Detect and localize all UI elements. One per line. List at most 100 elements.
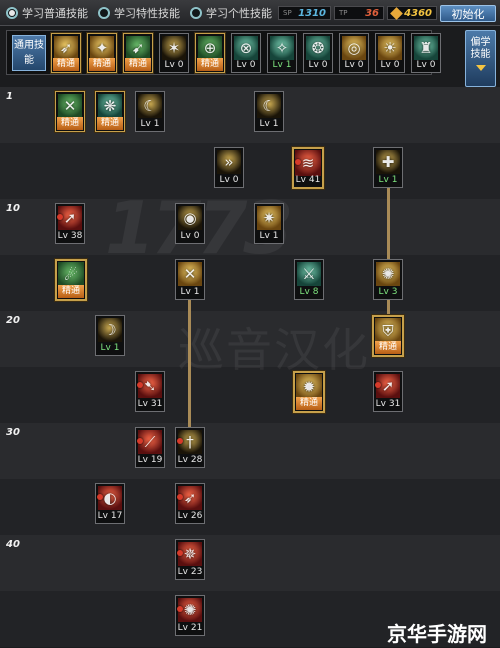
skill-level-label: Lv 31 (375, 399, 401, 409)
skill-level-label: 精通 (53, 58, 79, 71)
skill-level-label: Lv 0 (219, 175, 239, 185)
tab-learn-personal-skills[interactable]: 学习个性技能 (190, 4, 272, 22)
tab-learn-normal-skills[interactable]: 学习普通技能 (6, 4, 88, 22)
skill-level-label: Lv 1 (259, 119, 279, 129)
skill-level-label: Lv 38 (57, 231, 83, 241)
tab-learn-trait-skills[interactable]: 学习特性技能 (98, 4, 180, 22)
skill-slot[interactable]: ✹ 精通 (293, 371, 325, 413)
skill-level-label: Lv 1 (180, 287, 200, 297)
tree-band (0, 479, 500, 535)
skill-icon: ✦ (90, 36, 114, 60)
skill-icon: ☀ (378, 36, 402, 60)
skill-icon: » (217, 150, 241, 174)
common-skill-slot[interactable]: ⊕ 精通 (195, 33, 225, 73)
skill-level-label: 精通 (89, 58, 115, 71)
skill-slot[interactable]: ➚ Lv 38 (55, 203, 85, 244)
requirement-dot-icon (295, 159, 301, 165)
skill-level-label: Lv 21 (177, 623, 203, 633)
skill-slot[interactable]: ◐ Lv 17 (95, 483, 125, 524)
skill-level-label: Lv 31 (137, 399, 163, 409)
skill-level-label: Lv 19 (137, 455, 163, 465)
tab-label: 学习个性技能 (206, 7, 272, 20)
radio-icon[interactable] (98, 7, 110, 19)
skill-level-label: Lv 1 (272, 60, 292, 70)
skill-icon: ✶ (162, 36, 186, 60)
skill-level-label: Lv 0 (180, 231, 200, 241)
skill-slot[interactable]: ✕ Lv 1 (175, 259, 205, 300)
skill-learning-toggle[interactable]: 偏学技能 (465, 30, 496, 87)
skill-slot[interactable]: ✺ Lv 3 (373, 259, 403, 300)
skill-icon: ➶ (54, 36, 78, 60)
requirement-dot-icon (137, 438, 143, 444)
skill-slot[interactable]: ✷ Lv 1 (254, 203, 284, 244)
watermark-group-name: 巡音汉化 (178, 323, 370, 377)
skill-slot[interactable]: » Lv 0 (214, 147, 244, 188)
skill-icon: ❋ (98, 94, 122, 118)
skill-icon: ✕ (178, 262, 202, 286)
skill-level-label: 精通 (58, 285, 84, 298)
skill-level-label: Lv 0 (416, 60, 436, 70)
level-label-30: 30 (6, 427, 20, 438)
skill-level-label: Lv 8 (299, 287, 319, 297)
level-label-40: 40 (6, 539, 20, 550)
common-skill-slot[interactable]: ✶ Lv 0 (159, 33, 189, 73)
skill-slot[interactable]: ☾ Lv 1 (135, 91, 165, 132)
skill-slot[interactable]: ☾ Lv 1 (254, 91, 284, 132)
skill-slot[interactable]: ☽ Lv 1 (95, 315, 125, 356)
skill-slot[interactable]: ⛨ 精通 (372, 315, 404, 357)
sp-icon: SP (283, 9, 292, 17)
skill-level-label: Lv 1 (259, 231, 279, 241)
skill-slot[interactable]: ⚔ Lv 8 (294, 259, 324, 300)
common-skill-slot[interactable]: ⊗ Lv 0 (231, 33, 261, 73)
skill-level-label: Lv 0 (380, 60, 400, 70)
skill-slot[interactable]: ✚ Lv 1 (373, 147, 403, 188)
radio-selected-icon[interactable] (6, 7, 18, 19)
common-skills-row: 通用技能 ➶ 精通 ✦ 精通 ➹ 精通 ✶ Lv 0 ⊕ 精通 ⊗ Lv 0 ✧ Lv 1 ❂ Lv 0 ◎ Lv… (6, 30, 441, 75)
requirement-dot-icon (177, 606, 183, 612)
skill-level-label: Lv 0 (308, 60, 328, 70)
skill-level-label: Lv 0 (164, 60, 184, 70)
skill-icon: ✚ (376, 150, 400, 174)
skill-slot[interactable]: ❋ 精通 (95, 91, 125, 132)
sp-value: 1310 (298, 7, 326, 19)
requirement-dot-icon (177, 550, 183, 556)
skill-slot[interactable]: ✺ Lv 21 (175, 595, 205, 636)
common-skill-slot[interactable]: ➹ 精通 (123, 33, 153, 73)
skill-level-label: Lv 17 (97, 511, 123, 521)
qp-gem-icon (390, 6, 403, 20)
skill-icon: ♜ (414, 36, 438, 60)
skill-slot[interactable]: ➷ Lv 31 (135, 371, 165, 412)
skill-slot[interactable]: ✕ 精通 (55, 91, 85, 132)
learn-panel-label: 偏学技能 (470, 37, 491, 60)
skill-icon: ⊕ (198, 36, 222, 60)
requirement-dot-icon (177, 494, 183, 500)
skill-icon: ◉ (178, 206, 202, 230)
radio-icon[interactable] (190, 7, 202, 19)
skill-icon: ⚔ (297, 262, 321, 286)
common-skill-slot[interactable]: ❂ Lv 0 (303, 33, 333, 73)
common-skill-slot[interactable]: ♜ Lv 0 (411, 33, 441, 73)
skill-level-label: 精通 (57, 117, 83, 130)
reset-button[interactable]: 初始化 (440, 5, 496, 22)
skill-icon: ✕ (58, 94, 82, 118)
skill-slot[interactable]: ⟋ Lv 19 (135, 427, 165, 468)
skill-slot[interactable]: ✵ Lv 23 (175, 539, 205, 580)
skill-level-label: Lv 1 (100, 343, 120, 353)
skill-slot[interactable]: ◉ Lv 0 (175, 203, 205, 244)
skill-slot[interactable]: ☄ 精通 (55, 259, 87, 301)
skill-icon: ☽ (98, 318, 122, 342)
common-skill-slot[interactable]: ➶ 精通 (51, 33, 81, 73)
skill-level-label: Lv 41 (295, 175, 321, 185)
skill-slot[interactable]: ➚ Lv 31 (373, 371, 403, 412)
common-skill-slot[interactable]: ☀ Lv 0 (375, 33, 405, 73)
skill-slot[interactable]: † Lv 28 (175, 427, 205, 468)
skill-icon: ✺ (376, 262, 400, 286)
common-skill-slot[interactable]: ◎ Lv 0 (339, 33, 369, 73)
common-skill-slot[interactable]: ✧ Lv 1 (267, 33, 297, 73)
skill-slot[interactable]: ≋ Lv 41 (292, 147, 324, 189)
level-label-1: 1 (6, 91, 13, 102)
common-skill-slot[interactable]: ✦ 精通 (87, 33, 117, 73)
skill-slot[interactable]: ➶ Lv 26 (175, 483, 205, 524)
skill-level-label: Lv 3 (378, 287, 398, 297)
level-label-10: 10 (6, 203, 20, 214)
